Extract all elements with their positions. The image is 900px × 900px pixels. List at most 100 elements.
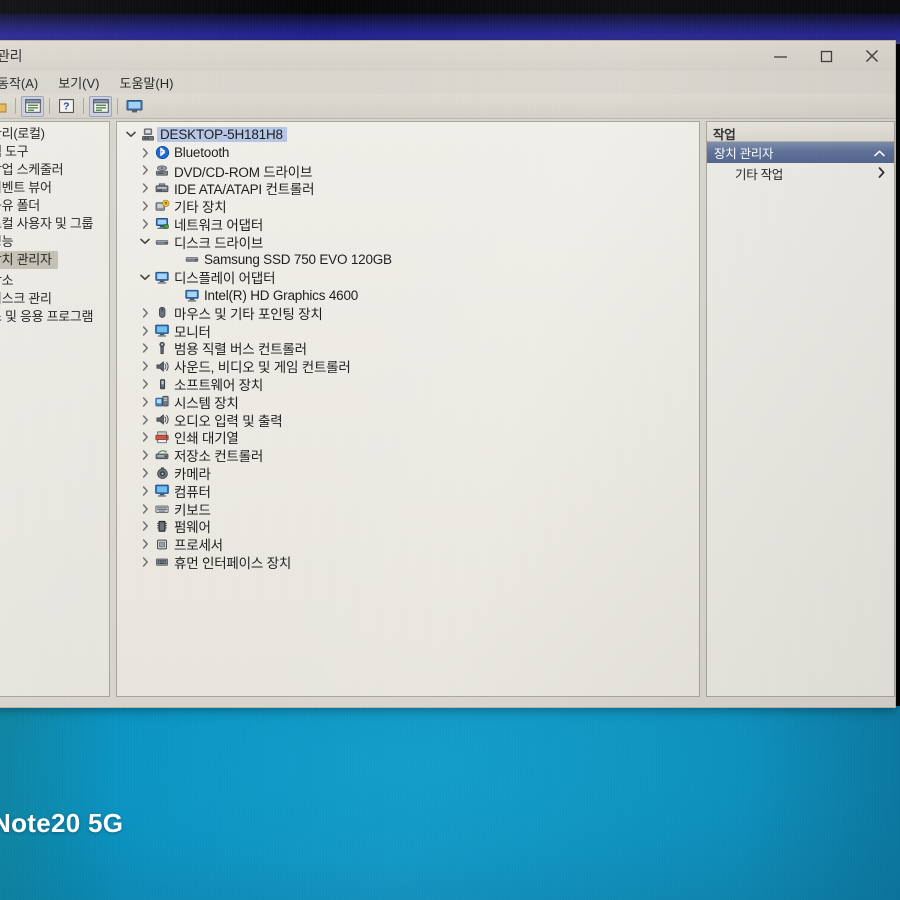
- menu-item-action[interactable]: 동작(A): [0, 71, 48, 94]
- actions-section-device-manager[interactable]: 장치 관리자: [707, 142, 894, 163]
- chevron-right-icon[interactable]: [137, 201, 153, 211]
- network-adapter-icon: [153, 216, 171, 231]
- monitor-icon-button[interactable]: [123, 96, 146, 117]
- monitor-icon: [153, 483, 171, 498]
- console-tree-item[interactable]: 로컬 사용자 및 그룹: [0, 215, 109, 233]
- toolbar-separator-1: [15, 98, 16, 114]
- device-tree-row[interactable]: 소프트웨어 장치: [123, 375, 699, 393]
- other-device-icon: ?: [153, 199, 171, 214]
- window-list-icon-button[interactable]: [21, 95, 44, 117]
- toolbar-separator-2: [49, 98, 50, 114]
- console-tree-item[interactable]: 스 및 응용 프로그램: [0, 308, 109, 326]
- chevron-right-icon[interactable]: [137, 379, 153, 389]
- help-icon: ?: [59, 99, 74, 113]
- console-tree-item[interactable]: 관리(로컬): [0, 125, 109, 143]
- device-tree-row[interactable]: 저장소 컨트롤러: [123, 446, 699, 464]
- maximize-button[interactable]: [803, 41, 849, 71]
- device-tree-row[interactable]: 카메라: [123, 464, 699, 482]
- device-tree-pane[interactable]: DESKTOP-5H181H8 Bluetooth DVD/CD-ROM 드라이브 I…: [116, 121, 700, 697]
- device-tree-row[interactable]: 휴먼 인터페이스 장치: [123, 553, 699, 571]
- device-tree-row[interactable]: Samsung SSD 750 EVO 120GB: [123, 251, 699, 269]
- device-tree-row[interactable]: 사운드, 비디오 및 게임 컨트롤러: [123, 357, 699, 375]
- help-icon-button[interactable]: ?: [55, 96, 78, 117]
- console-tree-item[interactable]: 공유 폴더: [0, 197, 109, 215]
- console-tree-item-label: 관리(로컬): [0, 126, 45, 141]
- chevron-right-icon[interactable]: [137, 165, 153, 176]
- chevron-right-icon[interactable]: [137, 503, 153, 514]
- console-tree-item[interactable]: 장치 관리자: [0, 251, 58, 269]
- console-tree-item[interactable]: 이벤트 뷰어: [0, 179, 109, 197]
- device-tree-row[interactable]: IDE ATA/ATAPI 컨트롤러: [123, 179, 699, 197]
- device-tree-row[interactable]: DESKTOP-5H181H8: [123, 126, 699, 144]
- console-tree-item[interactable]: 템 도구: [0, 143, 109, 161]
- device-tree: DESKTOP-5H181H8 Bluetooth DVD/CD-ROM 드라이브 I…: [117, 122, 699, 571]
- close-button[interactable]: [849, 41, 895, 71]
- minimize-button[interactable]: [757, 41, 803, 71]
- device-tree-row-label: Bluetooth: [174, 145, 230, 161]
- chevron-right-icon[interactable]: [137, 521, 153, 532]
- chevron-right-icon[interactable]: [137, 450, 153, 460]
- actions-pane[interactable]: 작업 장치 관리자 기타 작업: [706, 121, 895, 697]
- chevron-right-icon[interactable]: [137, 397, 153, 407]
- device-tree-row[interactable]: 펌웨어: [123, 518, 699, 535]
- photo-watermark: Note20 5G: [0, 808, 124, 838]
- device-tree-row[interactable]: 마우스 및 기타 포인팅 장치: [123, 304, 699, 322]
- chevron-right-icon[interactable]: [137, 432, 153, 443]
- firmware-icon: [153, 519, 171, 534]
- chevron-right-icon[interactable]: [137, 219, 153, 229]
- device-tree-row[interactable]: Bluetooth: [123, 144, 699, 162]
- console-tree-item[interactable]: 장소: [0, 272, 109, 290]
- device-tree-row[interactable]: 디스크 드라이브: [123, 233, 699, 251]
- device-tree-row[interactable]: DVD/CD-ROM 드라이브: [123, 162, 699, 180]
- window-titlebar: 관리: [0, 41, 895, 71]
- chevron-right-icon[interactable]: [137, 325, 153, 336]
- chevron-down-icon[interactable]: [137, 274, 153, 281]
- console-tree-item[interactable]: 성능: [0, 233, 109, 251]
- display-adapter-icon: [183, 288, 201, 303]
- folder-icon-button[interactable]: [0, 96, 10, 117]
- window-list-icon-button-2[interactable]: [89, 95, 112, 117]
- console-tree-pane[interactable]: 관리(로컬) 템 도구작업 스케줄러이벤트 뷰어공유 폴더로컬 사용자 및 그룹성…: [0, 121, 110, 697]
- chevron-down-icon[interactable]: [137, 238, 153, 245]
- chevron-right-icon[interactable]: [137, 414, 153, 425]
- monitor-icon: [126, 99, 143, 112]
- window-list-icon-2: [92, 99, 109, 113]
- chevron-down-icon[interactable]: [123, 131, 139, 138]
- device-tree-row[interactable]: 프로세서: [123, 535, 699, 553]
- chevron-right-icon[interactable]: [137, 308, 153, 318]
- svg-text:?: ?: [164, 201, 167, 207]
- device-tree-row-label: 휴먼 인터페이스 장치: [174, 556, 292, 572]
- printer-icon: [153, 430, 171, 445]
- toolbar-separator-3: [83, 98, 84, 114]
- device-tree-row[interactable]: 디스플레이 어댑터: [123, 268, 699, 286]
- device-tree-row[interactable]: 네트워크 어댑터: [123, 215, 699, 233]
- device-tree-row[interactable]: 오디오 입력 및 출력: [123, 411, 699, 429]
- chevron-right-icon[interactable]: [137, 183, 153, 194]
- chevron-right-icon[interactable]: [137, 147, 153, 158]
- chevron-right-icon[interactable]: [137, 361, 153, 371]
- bluetooth-icon: [153, 145, 171, 160]
- chevron-right-icon[interactable]: [137, 468, 153, 478]
- menu-item-help[interactable]: 도움말(H): [110, 71, 184, 94]
- device-tree-row-label: 디스플레이 어댑터: [174, 271, 276, 287]
- console-tree: 관리(로컬) 템 도구작업 스케줄러이벤트 뷰어공유 폴더로컬 사용자 및 그룹성…: [0, 122, 109, 326]
- device-tree-row-label: Intel(R) HD Graphics 4600: [204, 287, 359, 303]
- device-tree-row[interactable]: 인쇄 대기열: [123, 429, 699, 446]
- chevron-right-icon[interactable]: [137, 343, 153, 354]
- device-tree-row[interactable]: 컴퓨터: [123, 482, 699, 500]
- chevron-right-icon[interactable]: [137, 557, 153, 567]
- dvd-drive-icon: [153, 163, 171, 178]
- console-tree-item[interactable]: 작업 스케줄러: [0, 161, 109, 179]
- chevron-right-icon[interactable]: [137, 486, 153, 496]
- device-tree-row[interactable]: Intel(R) HD Graphics 4600: [123, 286, 699, 304]
- device-tree-row[interactable]: 모니터: [123, 322, 699, 340]
- menu-item-view[interactable]: 보기(V): [48, 71, 109, 94]
- chevron-right-icon[interactable]: [137, 539, 153, 549]
- device-tree-row[interactable]: 범용 직렬 버스 컨트롤러: [123, 340, 699, 357]
- device-tree-row[interactable]: 시스템 장치: [123, 393, 699, 411]
- actions-item-more-actions[interactable]: 기타 작업: [707, 163, 894, 184]
- device-tree-row[interactable]: ? 기타 장치: [123, 197, 699, 215]
- minimize-icon: [773, 55, 787, 58]
- console-tree-item[interactable]: 디스크 관리: [0, 290, 109, 308]
- device-tree-row[interactable]: 키보드: [123, 500, 699, 518]
